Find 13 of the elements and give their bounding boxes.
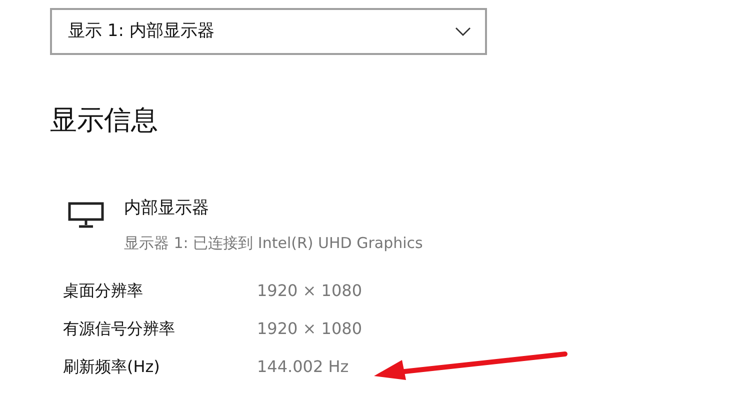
row-label: 有源信号分辨率: [63, 318, 176, 340]
monitor-name: 内部显示器: [124, 197, 210, 220]
dropdown-value: 显示 1: 内部显示器: [68, 20, 214, 43]
row-value: 1920 × 1080: [257, 280, 362, 302]
monitor-icon: [68, 202, 104, 228]
row-label: 桌面分辨率: [63, 280, 144, 302]
row-value: 1920 × 1080: [257, 318, 362, 340]
section-title: 显示信息: [50, 107, 159, 134]
monitor-detail: 显示器 1: 已连接到 Intel(R) UHD Graphics: [124, 232, 423, 254]
display-dropdown[interactable]: 显示 1: 内部显示器: [50, 8, 487, 55]
row-value: 144.002 Hz: [257, 356, 349, 378]
row-label: 刷新频率(Hz): [63, 356, 161, 378]
chevron-down-icon: [455, 27, 471, 36]
